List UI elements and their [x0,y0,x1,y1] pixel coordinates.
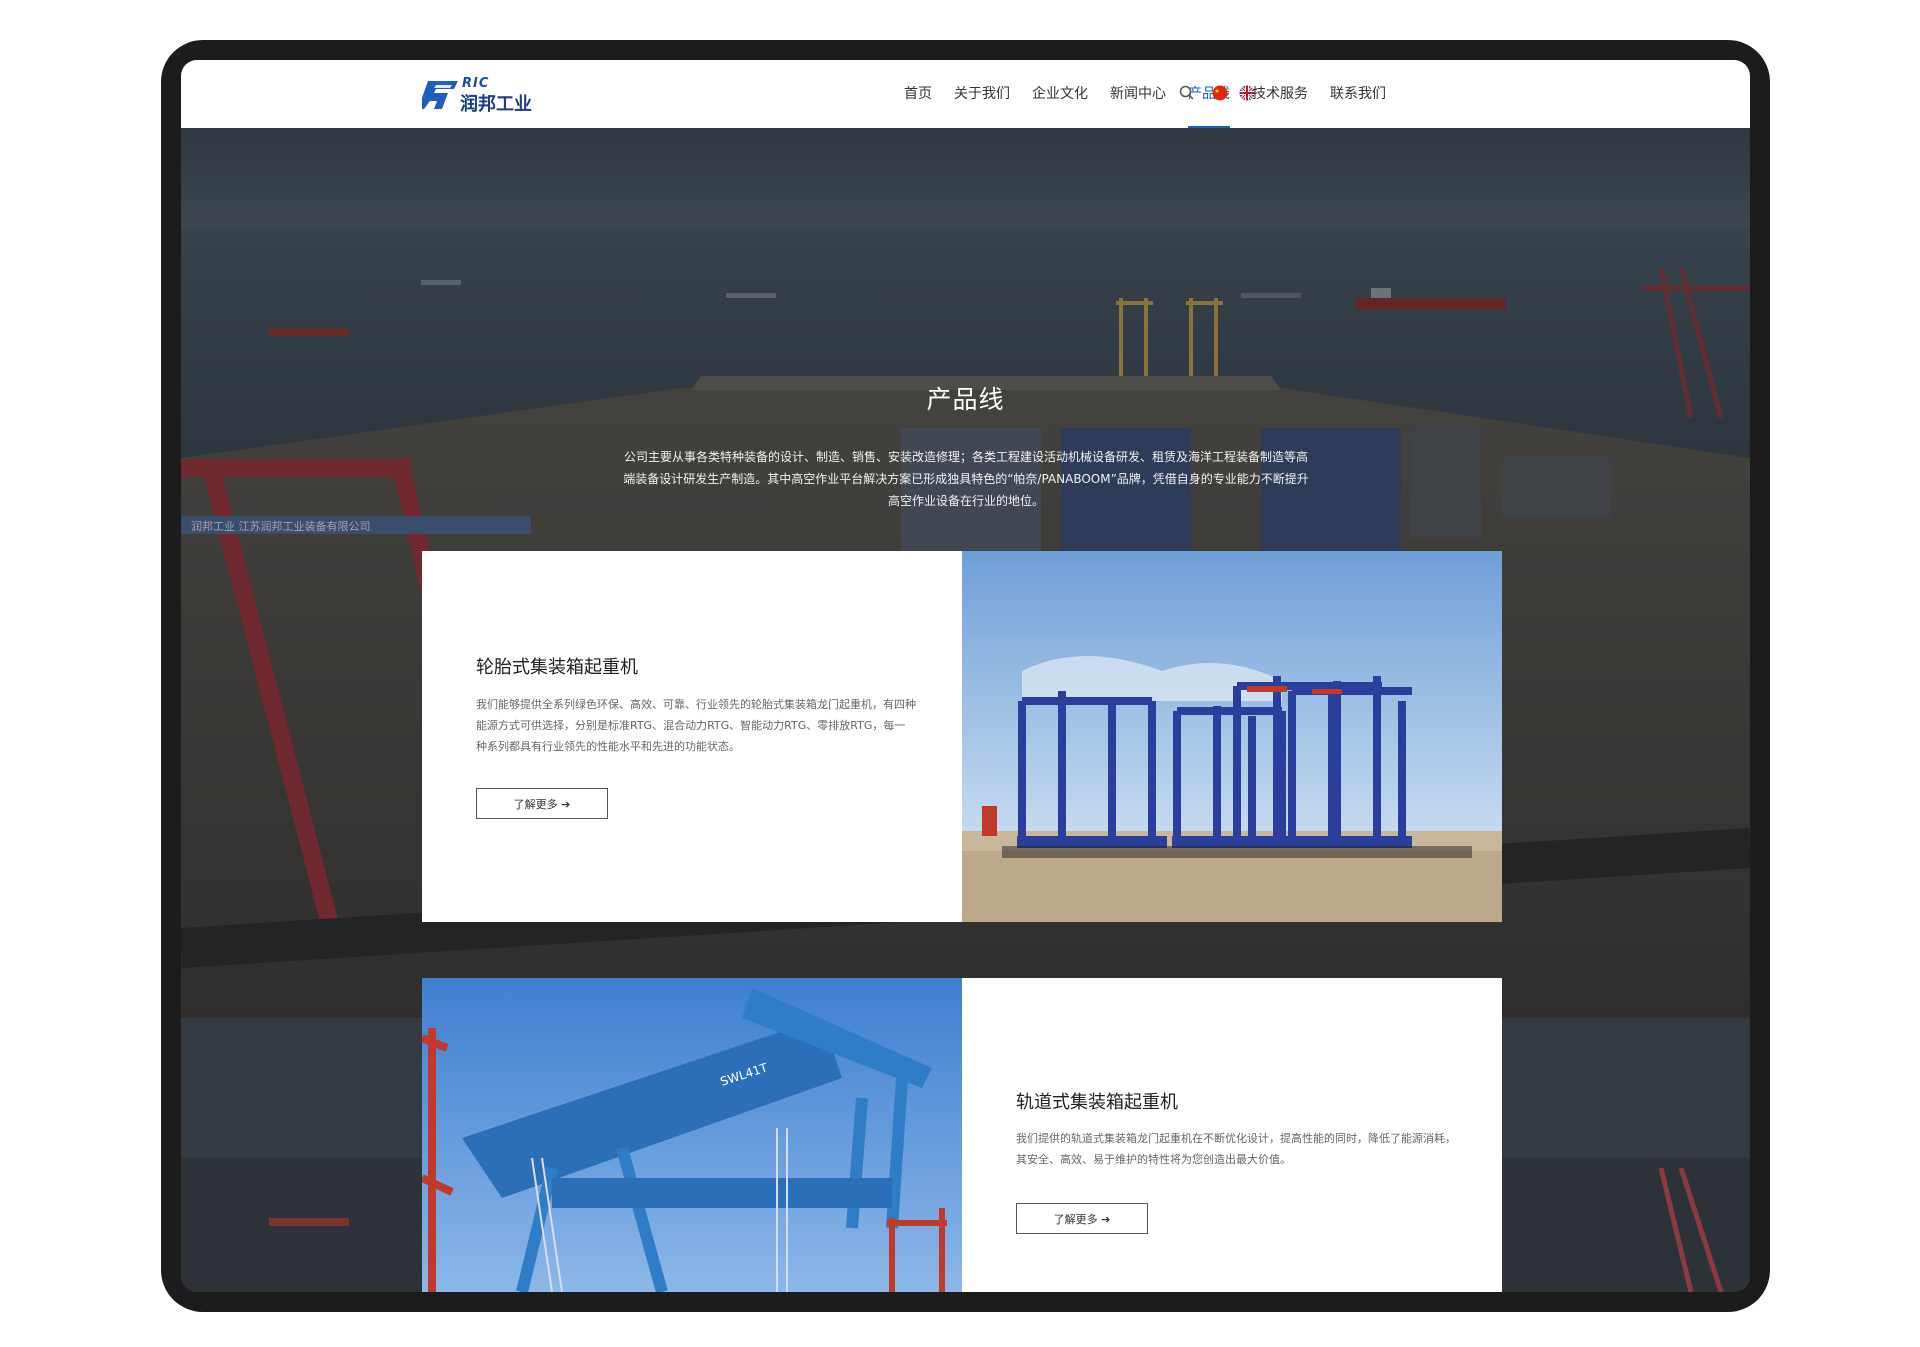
product-card-rmg: SWL41T 轨道式集装箱起重机 我们提供的轨道式集装箱龙门起重机在不断优化设计… [422,978,1502,1292]
nav-item-about[interactable]: 关于我们 [943,60,1021,128]
logo-mark-icon [422,81,458,109]
logo-english-text: RIC [462,76,490,91]
rtg-crane-photo [962,551,1502,922]
nav-item-news[interactable]: 新闻中心 [1099,60,1177,128]
hero-description: 公司主要从事各类特种装备的设计、制造、销售、安装改造修理；各类工程建设活动机械设… [623,450,1309,508]
nav-item-contact[interactable]: 联系我们 [1319,60,1397,128]
uk-flag-icon[interactable] [1239,85,1255,101]
page-title: 产品线 [926,385,1005,414]
product-card-rmg-text: 轨道式集装箱起重机 我们提供的轨道式集装箱龙门起重机在不断优化设计，提高性能的同… [962,978,1502,1292]
learn-more-button[interactable]: 了解更多 ➔ [1016,1203,1148,1234]
product-title: 轮胎式集装箱起重机 [476,657,638,678]
browser-viewport: RIC 润邦工业 首页 关于我们 企业文化 新闻中心 产品线 技术服务 联系我们 [181,60,1750,1292]
product-card-rtg: 轮胎式集装箱起重机 我们能够提供全系列绿色环保、高效、可靠、行业领先的轮胎式集装… [422,551,1502,922]
product-description: 我们能够提供全系列绿色环保、高效、可靠、行业领先的轮胎式集装箱龙门起重机，有四种… [476,698,916,753]
logo-chinese-text: 润邦工业 [460,94,532,115]
product-description: 我们提供的轨道式集装箱龙门起重机在不断优化设计，提高性能的同时，降低了能源消耗，… [1016,1132,1456,1166]
search-icon[interactable] [1178,84,1196,102]
nav-item-home[interactable]: 首页 [893,60,943,128]
rmg-crane-photo: SWL41T [422,978,962,1292]
product-title: 轨道式集装箱起重机 [1016,1092,1178,1113]
china-flag-icon[interactable] [1212,85,1228,101]
top-navigation: RIC 润邦工业 首页 关于我们 企业文化 新闻中心 产品线 技术服务 联系我们 [181,60,1750,128]
product-card-rtg-text: 轮胎式集装箱起重机 我们能够提供全系列绿色环保、高效、可靠、行业领先的轮胎式集装… [422,551,962,922]
main-menu: 首页 关于我们 企业文化 新闻中心 产品线 技术服务 联系我们 [893,60,1397,128]
nav-item-culture[interactable]: 企业文化 [1021,60,1099,128]
company-logo[interactable]: RIC 润邦工业 [422,76,538,115]
learn-more-button[interactable]: 了解更多 ➔ [476,788,608,819]
